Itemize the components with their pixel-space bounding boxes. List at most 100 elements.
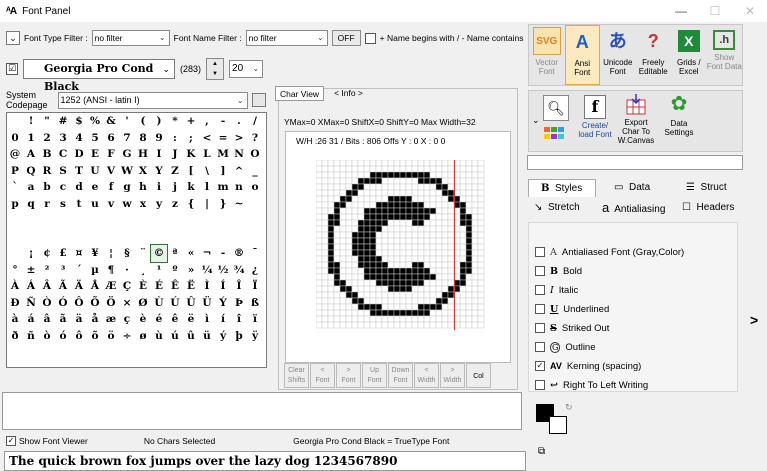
charmap-cell[interactable]: F [103, 146, 119, 163]
glyph-pixel[interactable] [375, 231, 383, 239]
charmap-cell[interactable]: + [183, 113, 199, 130]
glyph-pixel[interactable] [459, 225, 467, 233]
glyph-pixel[interactable] [423, 261, 431, 269]
tab-data[interactable]: ▭ Data [614, 179, 650, 197]
glyph-pixel[interactable] [316, 261, 323, 269]
charmap-cell[interactable]: Æ [103, 278, 119, 295]
glyph-pixel[interactable] [399, 285, 407, 293]
glyph-pixel[interactable] [441, 207, 449, 215]
glyph-pixel[interactable] [381, 261, 389, 269]
glyph-pixel[interactable] [399, 219, 407, 227]
charmap-cell[interactable]: : [167, 130, 183, 147]
glyph-pixel[interactable] [351, 201, 359, 209]
charmap-cell[interactable]: ¥ [87, 245, 103, 262]
charmap-cell[interactable]: ¤ [71, 245, 87, 262]
glyph-pixel[interactable] [399, 207, 407, 215]
glyph-pixel[interactable] [316, 297, 323, 305]
charmap-cell[interactable]: ª [167, 245, 183, 262]
glyph-pixel[interactable] [405, 297, 413, 305]
glyph-pixel[interactable] [363, 207, 371, 215]
glyph-pixel[interactable] [405, 273, 413, 281]
glyph-pixel[interactable] [387, 219, 395, 227]
glyph-pixel[interactable] [459, 255, 467, 263]
glyph-pixel[interactable] [399, 291, 407, 299]
glyph-pixel[interactable] [465, 321, 473, 329]
glyph-pixel[interactable] [417, 195, 425, 203]
font-enable-checkbox[interactable]: ☑ [6, 63, 18, 75]
glyph-pixel[interactable] [327, 291, 335, 299]
glyph-pixel[interactable] [477, 171, 485, 179]
glyph-pixel[interactable] [471, 315, 479, 323]
glyph-pixel[interactable] [411, 177, 419, 185]
glyph-pixel[interactable] [321, 297, 329, 305]
glyph-pixel[interactable] [411, 201, 419, 209]
glyph-pixel[interactable] [393, 183, 401, 191]
glyph-pixel[interactable] [405, 165, 413, 173]
charmap-cell[interactable]: k [183, 179, 199, 196]
charmap-cell[interactable]: È [135, 278, 151, 295]
glyph-pixel[interactable] [369, 213, 377, 221]
charmap-cell[interactable]: Ì [199, 278, 215, 295]
glyph-pixel[interactable] [417, 255, 425, 263]
charmap-cell[interactable]: y [151, 196, 167, 213]
glyph-pixel[interactable] [363, 195, 371, 203]
glyph-pixel[interactable] [411, 309, 419, 317]
glyph-pixel[interactable] [381, 160, 389, 167]
glyph-pixel[interactable] [477, 285, 485, 293]
charmap-cell[interactable]: 8 [135, 130, 151, 147]
charmap-cell[interactable]: h [135, 179, 151, 196]
glyph-pixel[interactable] [357, 171, 365, 179]
glyph-pixel[interactable] [417, 237, 425, 245]
glyph-pixel[interactable] [363, 231, 371, 239]
glyph-pixel[interactable] [393, 219, 401, 227]
glyph-pixel[interactable] [405, 171, 413, 179]
glyph-pixel[interactable] [471, 273, 479, 281]
glyph-pixel[interactable] [333, 177, 341, 185]
glyph-pixel[interactable] [363, 285, 371, 293]
glyph-pixel[interactable] [333, 321, 341, 329]
glyph-pixel[interactable] [345, 160, 353, 167]
glyph-pixel[interactable] [441, 255, 449, 263]
charmap-cell[interactable] [119, 229, 135, 246]
glyph-pixel[interactable] [429, 303, 437, 311]
glyph-pixel[interactable] [435, 171, 443, 179]
glyph-pixel[interactable] [387, 231, 395, 239]
glyph-pixel[interactable] [477, 177, 485, 185]
charmap-cell[interactable]: S [55, 163, 71, 180]
glyph-pixel[interactable] [477, 303, 485, 311]
glyph-pixel[interactable] [316, 303, 323, 311]
charmap-cell[interactable]: 0 [7, 130, 23, 147]
glyph-pixel[interactable] [339, 315, 347, 323]
glyph-pixel[interactable] [375, 303, 383, 311]
glyph-pixel[interactable] [363, 267, 371, 275]
glyph-pixel[interactable] [316, 189, 323, 197]
glyph-pixel[interactable] [345, 183, 353, 191]
charmap-cell[interactable]: ¢ [39, 245, 55, 262]
glyph-pixel[interactable] [339, 231, 347, 239]
glyph-pixel[interactable] [429, 315, 437, 323]
charmap-cell[interactable] [135, 212, 151, 229]
glyph-pixel[interactable] [405, 309, 413, 317]
glyph-pixel[interactable] [435, 231, 443, 239]
glyph-pixel[interactable] [399, 165, 407, 173]
glyph-pixel[interactable] [345, 255, 353, 263]
glyph-pixel[interactable] [393, 189, 401, 197]
glyph-pixel[interactable] [405, 267, 413, 275]
glyph-pixel[interactable] [465, 183, 473, 191]
glyph-pixel[interactable] [459, 303, 467, 311]
charmap-cell[interactable]: ö [103, 328, 119, 345]
glyph-pixel[interactable] [393, 267, 401, 275]
glyph-pixel[interactable] [321, 291, 329, 299]
charmap-cell[interactable] [119, 212, 135, 229]
charmap-cell[interactable]: Î [231, 278, 247, 295]
charmap-cell[interactable]: Ý [215, 295, 231, 312]
glyph-pixel[interactable] [441, 177, 449, 185]
glyph-pixel[interactable] [363, 225, 371, 233]
glyph-pixel[interactable] [316, 309, 323, 317]
glyph-pixel[interactable] [381, 315, 389, 323]
glyph-pixel[interactable] [345, 267, 353, 275]
glyph-pixel[interactable] [339, 183, 347, 191]
charmap-cell[interactable]: é [151, 311, 167, 328]
glyph-pixel[interactable] [369, 195, 377, 203]
glyph-pixel[interactable] [411, 231, 419, 239]
